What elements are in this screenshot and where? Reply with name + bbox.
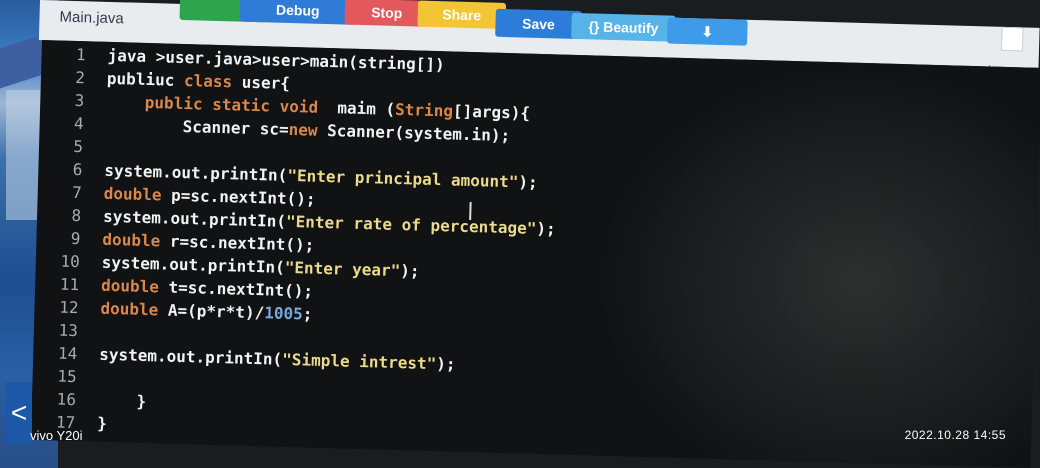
- code-text: }: [97, 413, 108, 433]
- file-tab[interactable]: Main.java: [59, 9, 124, 28]
- camera-watermark: vivo Y20i: [30, 428, 83, 443]
- download-icon: ⬇: [701, 23, 714, 40]
- code-text: publiuc class user{: [106, 68, 291, 93]
- code-line[interactable]: 5: [39, 136, 106, 162]
- line-number: 16: [56, 389, 77, 410]
- code-text: system.out.printIn("Simple intrest");: [98, 344, 456, 374]
- back-arrow-icon[interactable]: <: [6, 382, 32, 444]
- code-text: }: [97, 390, 147, 412]
- line-number: 2: [75, 67, 86, 88]
- line-number: 5: [73, 136, 84, 157]
- beautify-button[interactable]: {} Beautify: [571, 12, 676, 42]
- code-line[interactable]: 13: [34, 320, 101, 346]
- photo-timestamp: 2022.10.28 14:55: [904, 428, 1006, 442]
- line-number: 4: [73, 113, 84, 134]
- line-number: 11: [59, 274, 80, 295]
- debug-button[interactable]: Debug: [239, 0, 357, 25]
- line-number: 3: [74, 90, 85, 111]
- code-line[interactable]: 15: [32, 366, 99, 392]
- line-number: 15: [57, 366, 77, 387]
- toolbar-toggle[interactable]: [1000, 26, 1024, 52]
- line-number: 12: [59, 297, 79, 318]
- code-editor[interactable]: 1 java >user.java>user>main(string[]) 2 pub…: [30, 40, 1040, 468]
- share-button[interactable]: Share: [417, 0, 507, 30]
- line-number: 10: [60, 251, 81, 272]
- line-number: 9: [70, 228, 81, 249]
- download-button[interactable]: ⬇: [667, 17, 748, 46]
- stop-button[interactable]: Stop: [344, 0, 430, 27]
- line-number: 14: [57, 343, 78, 364]
- line-number: 13: [58, 320, 79, 341]
- line-number: 6: [72, 159, 83, 180]
- save-button[interactable]: Save: [495, 8, 582, 40]
- line-number: 1: [75, 44, 86, 65]
- line-number: 7: [71, 182, 83, 203]
- line-number: 8: [71, 205, 82, 226]
